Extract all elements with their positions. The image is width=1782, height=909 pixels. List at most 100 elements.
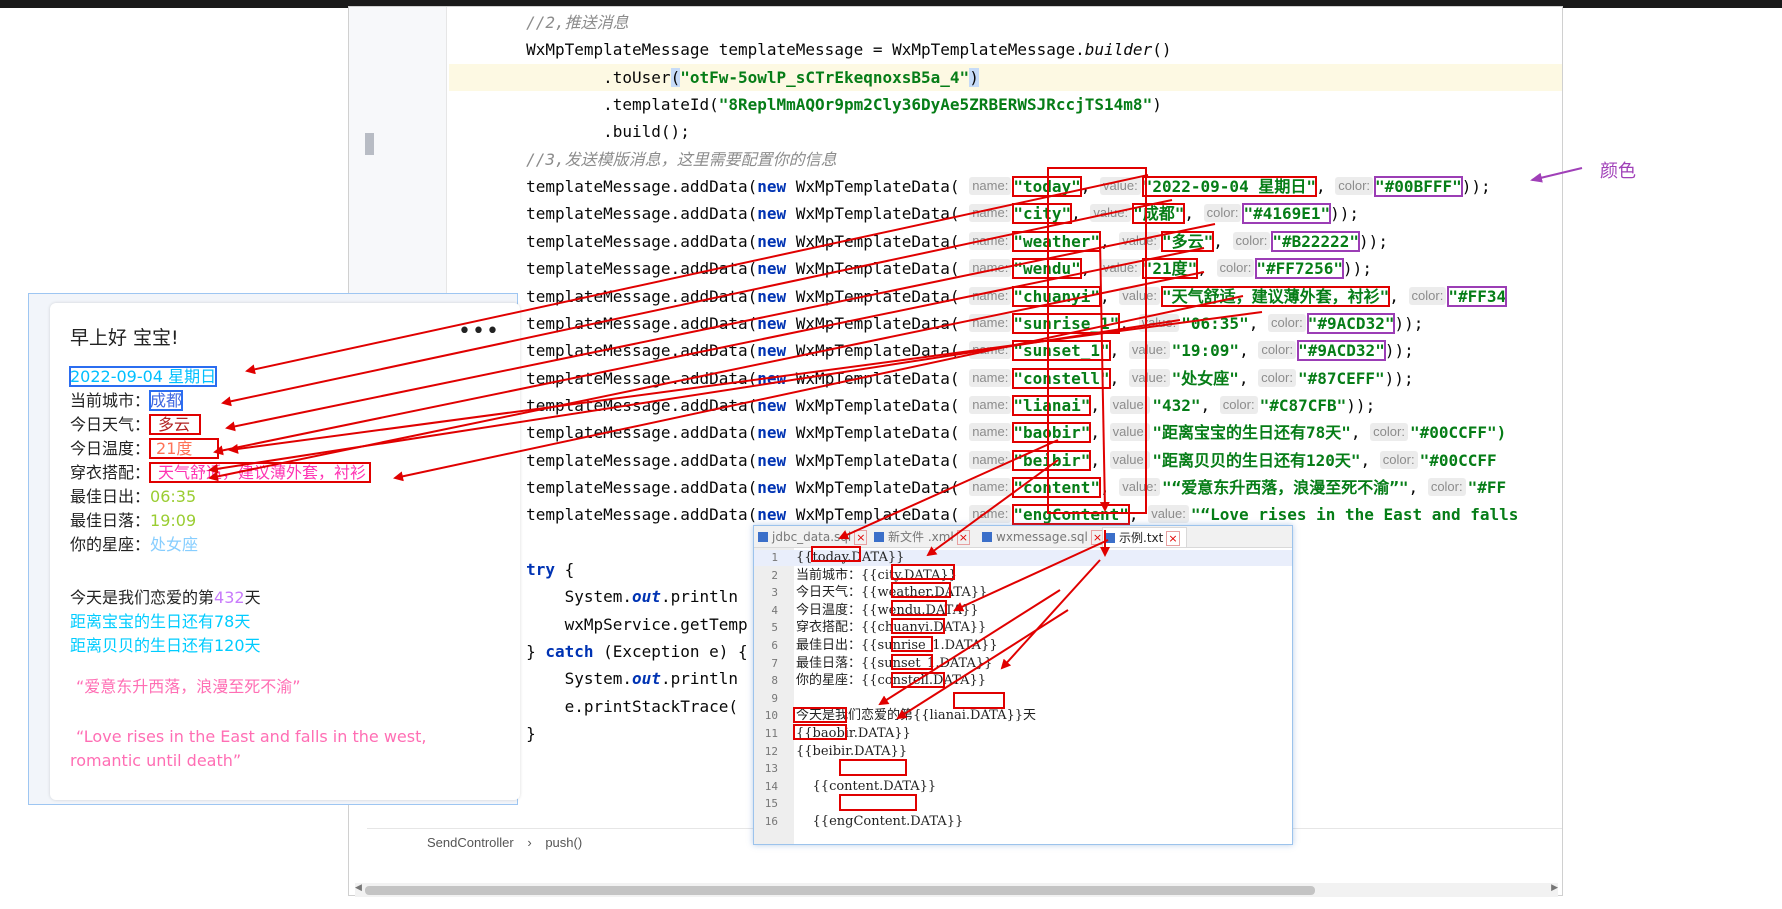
more-options-icon[interactable]: ••• [458, 319, 500, 344]
code-line[interactable]: 46 templateMessage.addData(new WxMpTempl… [449, 392, 1562, 419]
code-token: "#FF34 [1447, 285, 1508, 307]
code-token: "432" [1152, 395, 1201, 415]
code-token: WxMpTemplateData( [786, 231, 970, 251]
breadcrumb-class[interactable]: SendController [427, 835, 514, 850]
sunrise-line: 最佳日出：06:35 [70, 485, 196, 509]
dress-line: 穿衣搭配： 天气舒适，建议薄外套，衬衫 [70, 461, 372, 485]
sunrise-value: 06:35 [150, 487, 197, 506]
code-token: new [757, 450, 787, 470]
parameter-hint: value: [1109, 395, 1151, 414]
code-line[interactable]: 36 .build(); [449, 118, 1562, 145]
code-line[interactable]: 43 templateMessage.addData(new WxMpTempl… [449, 310, 1562, 337]
code-token: WxMpTemplateMessage templateMessage = Wx… [449, 40, 1085, 60]
template-line[interactable]: 16 {{engContent.DATA}} [754, 814, 1292, 830]
code-line[interactable]: 33 WxMpTemplateMessage templateMessage =… [449, 36, 1562, 63]
template-line[interactable]: 4 今日温度：{{wendu.DATA}} [754, 603, 1292, 619]
tab-new-file[interactable]: 新文件 .xml × [872, 527, 970, 547]
code-line[interactable]: 49 templateMessage.addData(new WxMpTempl… [449, 474, 1562, 501]
code-line[interactable]: 40 templateMessage.addData(new WxMpTempl… [449, 228, 1562, 255]
tab-example-txt[interactable]: 示例.txt × [1102, 527, 1187, 547]
code-line[interactable]: 44 templateMessage.addData(new WxMpTempl… [449, 337, 1562, 364]
code-line[interactable]: 35 .templateId("8ReplMmAQOr9pm2Cly36DyAe… [449, 91, 1562, 118]
code-line[interactable]: 47 templateMessage.addData(new WxMpTempl… [449, 419, 1562, 446]
template-line[interactable]: 8 你的星座：{{constell.DATA}} [754, 673, 1292, 689]
code-token: WxMpTemplateData( [786, 341, 970, 361]
dress-value: 天气舒适，建议薄外套，衬衫 [149, 462, 372, 483]
code-line[interactable]: 45 templateMessage.addData(new WxMpTempl… [449, 365, 1562, 392]
parameter-hint: color: [1232, 231, 1271, 250]
code-token: "beibir" [1012, 449, 1092, 471]
template-line[interactable]: 14 {{content.DATA}} [754, 779, 1292, 795]
city-label: 当前城市： [70, 391, 151, 410]
parameter-hint: color: [1258, 341, 1297, 360]
code-line[interactable]: 41 templateMessage.addData(new WxMpTempl… [449, 255, 1562, 282]
code-token: "otFw-5owlP_sCTrEkeqnoxsB5a_4" [680, 67, 970, 87]
template-editor-window: jdbc_data.sql × 新文件 .xml × wxmessage.sql × … [753, 525, 1293, 845]
code-token: , [1200, 395, 1220, 415]
close-icon[interactable]: × [956, 530, 970, 545]
template-line[interactable]: 12 {{beibir.DATA}} [754, 744, 1292, 760]
dress-label: 穿衣搭配： [70, 463, 151, 482]
code-token: templateMessage.addData( [449, 259, 758, 279]
code-line[interactable]: 38 templateMessage.addData(new WxMpTempl… [449, 173, 1562, 200]
code-token: ) [1152, 95, 1162, 115]
code-line[interactable]: 42 templateMessage.addData(new WxMpTempl… [449, 283, 1562, 310]
parameter-hint: value: [1090, 204, 1132, 223]
code-token: WxMpTemplateData( [786, 395, 970, 415]
line-number: 16 [764, 815, 778, 828]
template-line[interactable]: 13 [754, 761, 1292, 777]
code-token: new [757, 341, 787, 361]
code-token: )); [1343, 259, 1372, 279]
message-card: 早上好 宝宝! ••• 2022-09-04 星期日 当前城市：成都 今日天气：… [50, 303, 520, 800]
code-token: , [1100, 286, 1120, 306]
code-token: , [1315, 177, 1336, 197]
code-token: , [1090, 395, 1110, 415]
template-line[interactable]: 6 最佳日出：{{sunrise_1.DATA}} [754, 638, 1292, 654]
scroll-left-icon[interactable]: ◀ [355, 883, 362, 893]
code-line[interactable]: 39 templateMessage.addData(new WxMpTempl… [449, 200, 1562, 227]
scroll-right-icon[interactable]: ▶ [1551, 883, 1558, 893]
code-token: )); [1330, 204, 1360, 224]
parameter-hint: value: [1128, 341, 1170, 360]
code-line[interactable]: 34 .toUser("otFw-5owlP_sCTrEkeqnoxsB5a_4… [449, 63, 1562, 91]
tab-wxmessage[interactable]: wxmessage.sql × [980, 527, 1105, 547]
parameter-hint: name: [969, 395, 1012, 414]
close-icon[interactable]: × [1166, 531, 1180, 546]
template-line[interactable]: 9 [754, 691, 1292, 707]
code-token: "8ReplMmAQOr9pm2Cly36DyAe5ZRBERWSJRccjTS… [718, 95, 1153, 115]
code-token: "#9ACD32" [1306, 312, 1396, 334]
code-token: "19:09" [1171, 341, 1240, 361]
template-line[interactable]: 7 最佳日落：{{sunset_1.DATA}} [754, 656, 1292, 672]
scrollbar-thumb[interactable] [365, 886, 1315, 895]
parameter-hint: color: [1370, 423, 1408, 442]
code-token: WxMpTemplateData( [786, 368, 970, 388]
close-icon[interactable]: × [854, 530, 868, 545]
code-line[interactable]: 48 templateMessage.addData(new WxMpTempl… [449, 447, 1562, 474]
parameter-hint: name: [969, 259, 1012, 278]
tab-jdbc-data[interactable]: jdbc_data.sql × [756, 527, 868, 547]
code-line[interactable]: 32 //2,推送消息 [449, 9, 1562, 36]
template-line[interactable]: 2 当前城市：{{city.DATA}} [754, 568, 1292, 584]
code-token: "距离贝贝的生日还有120天" [1152, 450, 1361, 470]
code-token: "chuanyi" [1012, 285, 1102, 307]
template-line[interactable]: 1 {{today.DATA}} [754, 550, 1292, 566]
code-token: new [757, 423, 787, 443]
code-token: )); [1384, 341, 1414, 361]
template-line[interactable]: 11 {{baobir.DATA}} [754, 726, 1292, 742]
code-token: (Exception e) { [593, 642, 748, 662]
code-token: "21度" [1141, 258, 1199, 280]
code-line[interactable]: 37 //3,发送模版消息，这里需要配置你的信息 [449, 146, 1562, 173]
template-text: 最佳日出：{{sunrise_1.DATA}} [796, 638, 998, 653]
template-line[interactable]: 15 [754, 796, 1292, 812]
code-token: WxMpTemplateData( [786, 423, 970, 443]
template-line[interactable]: 5 穿衣搭配：{{chuanyi.DATA}} [754, 620, 1292, 636]
template-line[interactable]: 10 今天是我们恋爱的第{{lianai.DATA}}天 [754, 708, 1292, 724]
parameter-hint: name: [969, 231, 1012, 250]
template-line[interactable]: 3 今日天气：{{weather.DATA}} [754, 585, 1292, 601]
horizontal-scrollbar[interactable]: ◀ ▶ [355, 883, 1558, 897]
line-number: 11 [764, 727, 778, 740]
line-number: 8 [771, 674, 778, 688]
breadcrumb-method[interactable]: push() [545, 835, 582, 850]
template-text: 你的星座：{{constell.DATA}} [796, 673, 987, 689]
code-token: "#FF [1467, 477, 1507, 497]
